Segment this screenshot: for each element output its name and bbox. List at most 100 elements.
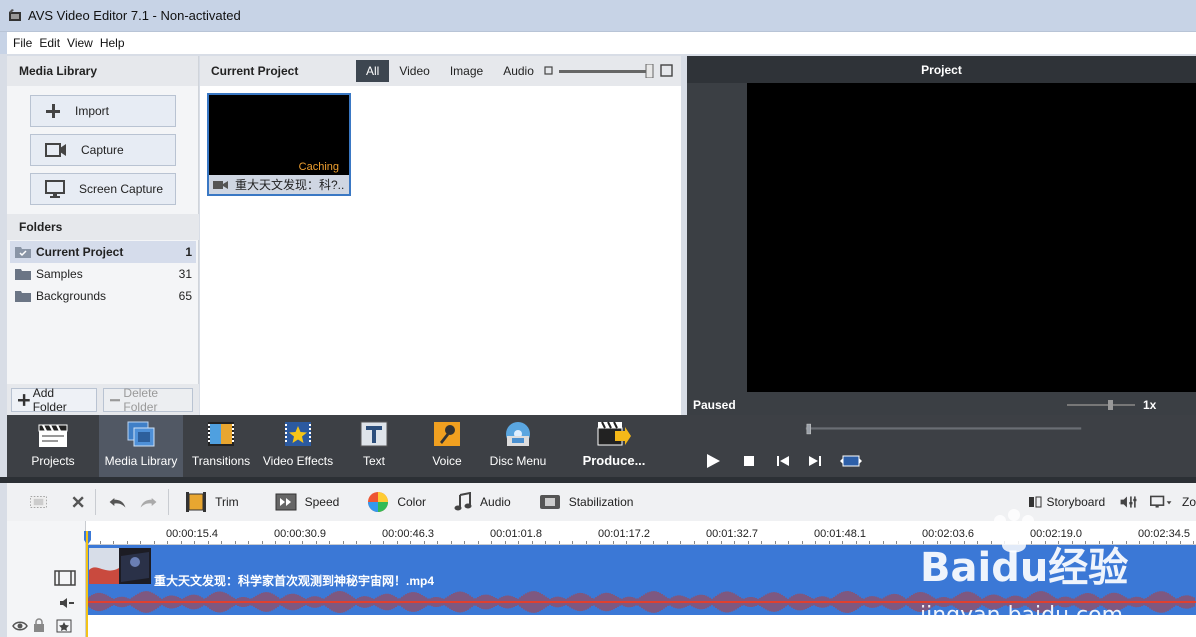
ruler-time-label: 00:01:17.2 bbox=[598, 528, 650, 540]
playback-speed[interactable]: 1x bbox=[1143, 398, 1156, 412]
folder-name: Backgrounds bbox=[36, 289, 107, 303]
color-label: Color bbox=[397, 495, 427, 509]
media-thumbnail: Caching bbox=[209, 95, 349, 175]
select-region-icon[interactable] bbox=[29, 492, 48, 512]
screen-capture-button[interactable]: Screen Capture bbox=[30, 173, 176, 205]
transitions-button[interactable]: Transitions bbox=[183, 415, 259, 477]
video-camera-icon bbox=[45, 143, 66, 157]
previous-frame-icon[interactable] bbox=[776, 455, 790, 467]
ruler-tick bbox=[329, 541, 330, 544]
capture-button[interactable]: Capture bbox=[30, 134, 176, 166]
track-effect-icon[interactable] bbox=[56, 619, 72, 633]
menu-help[interactable]: Help bbox=[100, 36, 125, 50]
video-effects-button[interactable]: Video Effects bbox=[259, 415, 337, 477]
fullscreen-icon[interactable] bbox=[840, 454, 862, 468]
ruler-tick bbox=[437, 541, 438, 544]
ruler-tick bbox=[207, 541, 209, 544]
ruler-tick bbox=[356, 541, 357, 544]
delete-icon[interactable] bbox=[71, 493, 85, 511]
ruler-tick bbox=[572, 541, 573, 544]
ruler-tick bbox=[288, 541, 290, 544]
stop-icon[interactable] bbox=[743, 455, 755, 467]
filter-audio[interactable]: Audio bbox=[493, 60, 544, 82]
ruler-tick bbox=[639, 541, 641, 544]
ruler-time-label: 00:00:15.4 bbox=[166, 528, 218, 540]
ruler-tick bbox=[491, 541, 492, 544]
ruler-tick bbox=[194, 541, 195, 544]
color-button[interactable]: Color bbox=[367, 491, 426, 513]
media-item[interactable]: Caching 重大天文发现：科?.. bbox=[207, 93, 351, 196]
folder-count: 31 bbox=[178, 267, 192, 281]
ruler-tick bbox=[302, 541, 303, 544]
ruler-tick bbox=[747, 541, 749, 544]
ruler-tick bbox=[383, 541, 384, 544]
folder-icon bbox=[15, 269, 31, 280]
folder-count: 1 bbox=[185, 245, 192, 259]
ruler-tick bbox=[626, 541, 627, 544]
folder-backgrounds[interactable]: Backgrounds 65 bbox=[10, 285, 196, 307]
ruler-time-label: 00:01:32.7 bbox=[706, 528, 758, 540]
transitions-icon bbox=[208, 422, 234, 446]
seek-bar[interactable] bbox=[691, 423, 1196, 435]
play-icon[interactable] bbox=[705, 453, 721, 469]
playback-status: Paused bbox=[693, 398, 736, 412]
volume-slider[interactable] bbox=[1067, 400, 1135, 410]
media-library-button[interactable]: Media Library bbox=[99, 415, 183, 477]
filter-image[interactable]: Image bbox=[440, 60, 493, 82]
filter-all[interactable]: All bbox=[356, 60, 390, 82]
lock-icon[interactable] bbox=[33, 618, 45, 633]
import-button[interactable]: Import bbox=[30, 95, 176, 127]
disc-menu-button[interactable]: Disc Menu bbox=[483, 415, 553, 477]
trim-button[interactable]: Trim bbox=[185, 492, 239, 512]
folders-title: Folders bbox=[7, 214, 199, 240]
undo-icon[interactable] bbox=[108, 493, 127, 511]
folder-samples[interactable]: Samples 31 bbox=[10, 263, 196, 285]
menu-edit[interactable]: Edit bbox=[39, 36, 60, 50]
ruler-tick bbox=[828, 541, 830, 544]
media-library-mode-label: Media Library bbox=[104, 454, 178, 468]
media-item-name: 重大天文发现：科?.. bbox=[235, 178, 345, 192]
ruler-tick bbox=[261, 541, 263, 544]
audio-button[interactable]: Audio bbox=[454, 492, 511, 512]
ruler-tick bbox=[234, 541, 236, 544]
eye-icon[interactable] bbox=[12, 620, 28, 632]
ruler-tick bbox=[842, 541, 843, 544]
projects-button[interactable]: Projects bbox=[7, 415, 99, 477]
filter-video[interactable]: Video bbox=[389, 60, 439, 82]
ruler-tick bbox=[896, 541, 897, 544]
ruler-tick bbox=[450, 541, 452, 544]
produce-button[interactable]: Produce... bbox=[553, 415, 675, 477]
ruler-tick bbox=[477, 541, 479, 544]
speaker-icon[interactable] bbox=[59, 597, 75, 609]
ruler-tick bbox=[518, 541, 519, 544]
produce-label: Produce... bbox=[582, 453, 646, 468]
speed-button[interactable]: Speed bbox=[275, 492, 339, 512]
menu-view[interactable]: View bbox=[67, 36, 93, 50]
voice-button[interactable]: Voice bbox=[411, 415, 483, 477]
add-folder-button[interactable]: Add Folder bbox=[11, 386, 97, 414]
text-button[interactable]: Text bbox=[337, 415, 411, 477]
watermark-brand: Baidu经验 bbox=[920, 545, 1129, 591]
video-track-icon bbox=[54, 570, 76, 586]
menu-file[interactable]: File bbox=[13, 36, 32, 50]
ruler-tick bbox=[423, 541, 425, 544]
toolbar-divider bbox=[168, 489, 170, 515]
ruler-tick bbox=[531, 541, 533, 544]
redo-icon[interactable] bbox=[139, 493, 158, 511]
clip-thumbnail bbox=[89, 548, 151, 584]
microphone-icon bbox=[434, 422, 460, 446]
stabilization-button[interactable]: Stabilization bbox=[539, 493, 633, 511]
ruler-tick bbox=[869, 541, 870, 544]
ruler-tick bbox=[612, 541, 614, 544]
next-frame-icon[interactable] bbox=[808, 455, 822, 467]
delete-folder-button[interactable]: Delete Folder bbox=[103, 385, 193, 414]
ruler-tick bbox=[248, 541, 249, 544]
delete-folder-label: Delete Folder bbox=[123, 385, 159, 414]
ruler-tick bbox=[342, 541, 344, 544]
thumbnail-size-slider[interactable] bbox=[544, 64, 676, 78]
folder-current-project[interactable]: Current Project 1 bbox=[10, 241, 196, 263]
ruler-tick bbox=[396, 541, 398, 544]
ruler-tick bbox=[720, 541, 722, 544]
playhead[interactable] bbox=[86, 531, 88, 637]
preview-screen[interactable] bbox=[747, 83, 1196, 392]
